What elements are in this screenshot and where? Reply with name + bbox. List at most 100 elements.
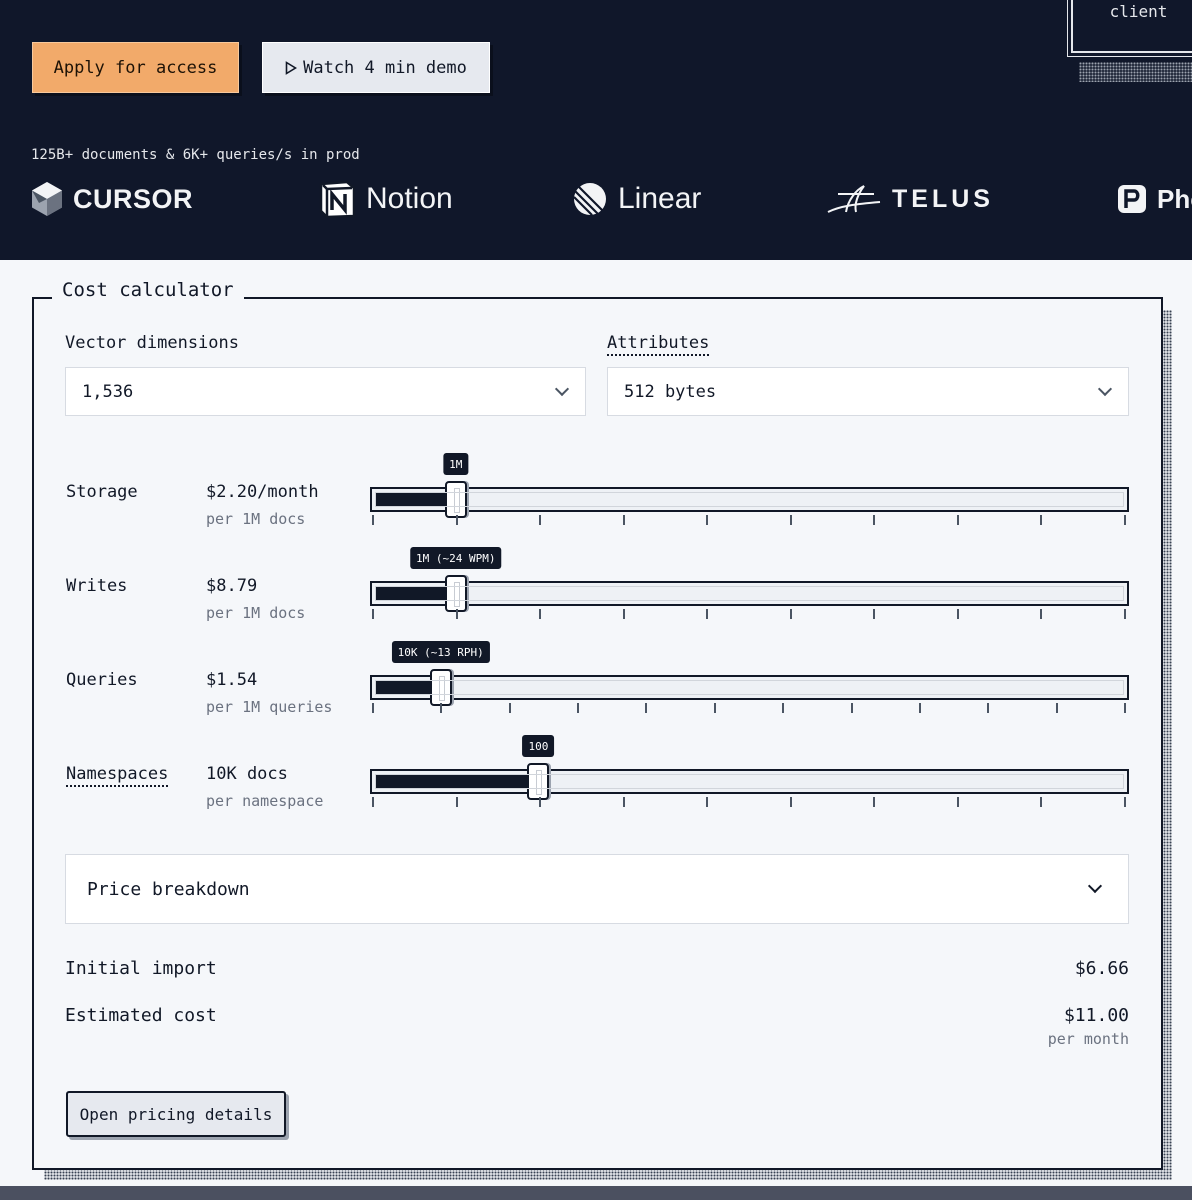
attributes-value: 512 bytes bbox=[624, 381, 717, 402]
vector-dimensions-value: 1,536 bbox=[82, 381, 134, 402]
logo-notion: Notion bbox=[318, 178, 453, 220]
slider-tick bbox=[372, 609, 374, 619]
namespaces-label[interactable]: Namespaces bbox=[66, 764, 169, 787]
slider-tick bbox=[455, 797, 458, 807]
queries-slider[interactable] bbox=[370, 669, 1129, 706]
slider-thumb[interactable] bbox=[444, 575, 467, 612]
slider-tick bbox=[645, 703, 648, 713]
chevron-down-icon bbox=[554, 381, 570, 397]
chevron-down-icon bbox=[1097, 381, 1113, 397]
writes-price: $8.79 bbox=[206, 576, 258, 596]
apply-for-access-button[interactable]: Apply for access bbox=[32, 42, 239, 93]
slider-fill bbox=[375, 492, 456, 507]
estimated-cost-label: Estimated cost bbox=[65, 1005, 217, 1026]
slider-tick bbox=[455, 515, 458, 525]
slider-tick bbox=[622, 797, 625, 807]
slider-tick bbox=[873, 609, 876, 619]
slider-thumb[interactable] bbox=[527, 763, 550, 800]
slider-tick bbox=[539, 797, 542, 807]
storage-label: Storage bbox=[66, 482, 138, 502]
writes-slider[interactable] bbox=[370, 575, 1129, 612]
watch-demo-button[interactable]: Watch 4 min demo bbox=[262, 42, 490, 93]
slider-tick bbox=[782, 703, 785, 713]
namespaces-slider[interactable] bbox=[370, 763, 1129, 800]
slider-tick bbox=[1124, 515, 1126, 525]
logo-ph-text: Pho bbox=[1157, 183, 1192, 214]
attributes-select[interactable]: 512 bytes bbox=[607, 367, 1129, 416]
logo-ph: Pho bbox=[1117, 178, 1192, 220]
logo-linear: Linear bbox=[572, 178, 701, 220]
slider-tick bbox=[1055, 703, 1058, 713]
slider-tick bbox=[1124, 703, 1126, 713]
client-card[interactable]: client bbox=[1067, 0, 1192, 57]
play-icon bbox=[285, 60, 298, 75]
client-label: client bbox=[1109, 2, 1168, 21]
storage-price: $2.20/month bbox=[206, 482, 319, 502]
estimated-cost-value: $11.00 bbox=[1063, 1005, 1129, 1026]
slider-tick bbox=[789, 797, 792, 807]
slider-tick bbox=[706, 515, 709, 525]
namespaces-unit: per namespace bbox=[206, 792, 324, 810]
estimated-cost-period: per month bbox=[1047, 1030, 1129, 1048]
initial-import-value: $6.66 bbox=[1074, 958, 1129, 979]
slider-thumb[interactable] bbox=[429, 669, 452, 706]
slider-tick bbox=[706, 609, 709, 619]
slider-tick bbox=[850, 703, 853, 713]
slider-tick bbox=[622, 609, 625, 619]
slider-tick bbox=[1040, 515, 1043, 525]
initial-import-label: Initial import bbox=[65, 958, 217, 979]
tagline: 125B+ documents & 6K+ queries/s in prod bbox=[31, 147, 360, 163]
writes-slider-tooltip: 1M (~24 WPM) bbox=[409, 547, 502, 569]
logo-cursor-text: CURSOR bbox=[73, 183, 194, 214]
slider-tick bbox=[372, 515, 374, 525]
slider-tick bbox=[622, 515, 625, 525]
attributes-label[interactable]: Attributes bbox=[607, 333, 710, 356]
logo-linear-text: Linear bbox=[618, 182, 702, 215]
slider-tick bbox=[706, 797, 709, 807]
queries-label: Queries bbox=[66, 670, 138, 690]
queries-slider-tooltip: 10K (~13 RPH) bbox=[391, 641, 490, 663]
slider-tick bbox=[1040, 609, 1043, 619]
queries-unit: per 1M queries bbox=[206, 698, 333, 716]
slider-tick bbox=[1124, 797, 1126, 807]
cost-calculator-panel bbox=[32, 297, 1163, 1170]
slider-fill bbox=[375, 774, 539, 789]
slider-tick bbox=[440, 703, 443, 713]
slider-fill bbox=[375, 586, 456, 601]
telus-logo-icon bbox=[827, 185, 881, 213]
chevron-down-icon bbox=[1087, 878, 1103, 894]
slider-tick bbox=[873, 797, 876, 807]
queries-price: $1.54 bbox=[206, 670, 258, 690]
logo-telus: TELUS bbox=[826, 178, 994, 220]
slider-tick bbox=[789, 609, 792, 619]
hero-section: Apply for access Watch 4 min demo client… bbox=[0, 0, 1192, 260]
linear-logo-icon bbox=[573, 183, 606, 216]
slider-tick bbox=[372, 703, 374, 713]
slider-tick bbox=[1124, 609, 1126, 619]
slider-tick bbox=[987, 703, 990, 713]
slider-thumb[interactable] bbox=[444, 481, 467, 518]
logo-notion-text: Notion bbox=[366, 182, 453, 215]
namespaces-price: 10K docs bbox=[206, 764, 288, 784]
namespaces-slider-tooltip: 100 bbox=[522, 735, 555, 757]
client-card-shadow bbox=[1079, 62, 1192, 82]
page-bottom-strip bbox=[0, 1186, 1192, 1200]
notion-logo-icon bbox=[319, 180, 356, 218]
storage-slider-tooltip: 1M bbox=[443, 453, 469, 475]
slider-tick bbox=[873, 515, 876, 525]
calculator-title: Cost calculator bbox=[52, 279, 244, 301]
cursor-logo-icon bbox=[32, 182, 62, 216]
slider-tick bbox=[508, 703, 511, 713]
slider-tick bbox=[372, 797, 374, 807]
price-breakdown-toggle[interactable]: Price breakdown bbox=[65, 854, 1129, 924]
vector-dimensions-select[interactable]: 1,536 bbox=[65, 367, 586, 416]
slider-tick bbox=[539, 515, 542, 525]
slider-tick bbox=[577, 703, 580, 713]
open-pricing-details-button[interactable]: Open pricing details bbox=[66, 1091, 286, 1137]
storage-slider[interactable] bbox=[370, 481, 1129, 518]
price-breakdown-label: Price breakdown bbox=[87, 878, 250, 900]
writes-unit: per 1M docs bbox=[206, 604, 306, 622]
logo-cursor: CURSOR bbox=[31, 178, 193, 220]
slider-tick bbox=[713, 703, 716, 713]
logo-telus-text: TELUS bbox=[892, 184, 994, 213]
